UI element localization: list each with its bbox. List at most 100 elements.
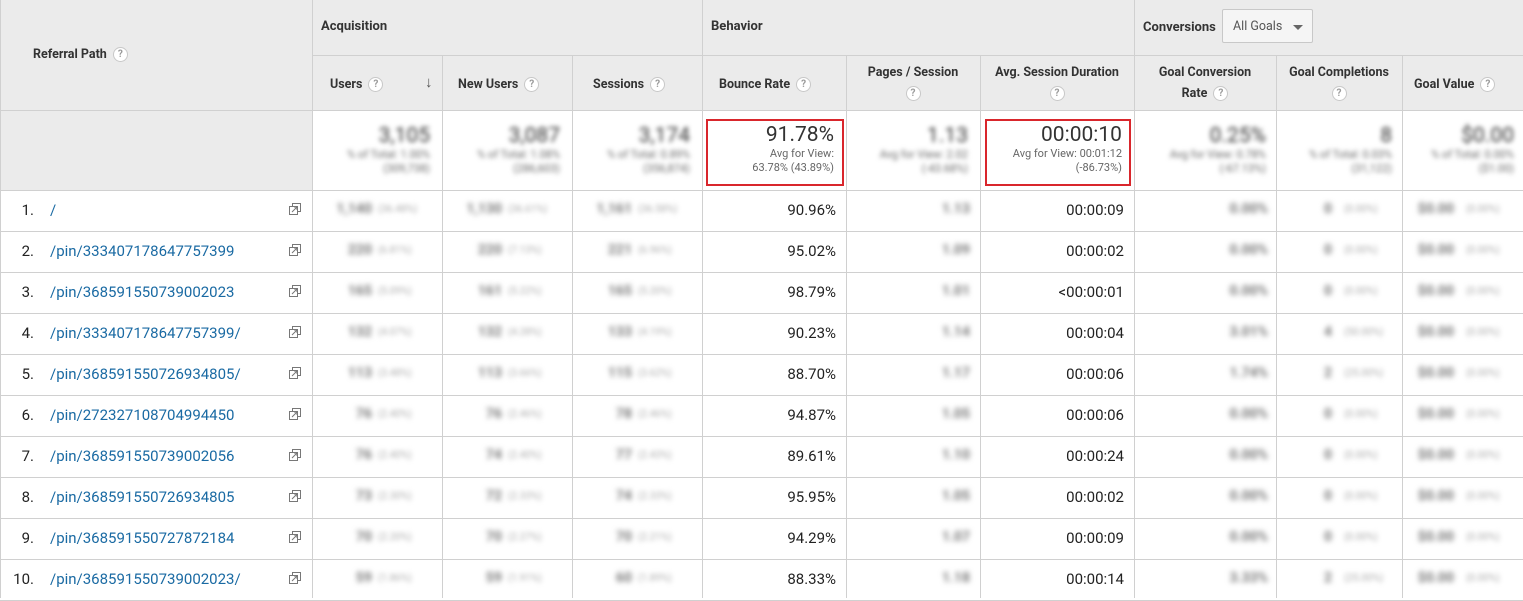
goal-conversion-rate-value: 3.01% <box>1229 324 1268 340</box>
goal-completions-value: 2 <box>1323 365 1332 381</box>
acquisition-group-title: Acquisition <box>321 19 388 34</box>
users-percent: (2.40%) <box>378 409 412 420</box>
analytics-report-table: Referral Path? Acquisition Behavior Conv… <box>0 0 1523 601</box>
summary-sessions: 3,174 % of Total: 0.89% (356,874) <box>580 124 690 176</box>
help-icon[interactable]: ? <box>905 86 921 102</box>
users-value: 70 <box>355 529 372 545</box>
help-icon[interactable]: ? <box>1480 77 1496 93</box>
sessions-value: 165 <box>607 283 632 299</box>
help-icon[interactable]: ? <box>1049 86 1065 102</box>
open-link-icon[interactable] <box>289 531 301 543</box>
goal-completions-percent: (0.00%) <box>1344 245 1378 256</box>
summary-bounce-rate-value: 91.78% <box>765 123 834 147</box>
new-users-value: 161 <box>477 283 502 299</box>
help-icon[interactable]: ? <box>1331 86 1347 102</box>
referral-path-link[interactable]: / <box>50 201 56 219</box>
column-header-goal-conversion-rate[interactable]: Goal Conversion Rate? <box>1135 62 1275 104</box>
referral-path-link[interactable]: /pin/368591550739002056 <box>50 447 234 465</box>
new-users-value: 1,130 <box>466 201 502 217</box>
goal-value-percent: (0.00%) <box>1466 532 1500 543</box>
pages-session-value: 1.07 <box>941 529 970 545</box>
help-icon[interactable]: ? <box>112 47 128 63</box>
avg-session-duration-value: 00:00:02 <box>1066 488 1124 506</box>
help-icon[interactable]: ? <box>796 77 812 93</box>
referral-path-link[interactable]: /pin/333407178647757399/ <box>50 324 241 342</box>
goal-completions-percent: (0.00%) <box>1344 286 1378 297</box>
goal-select-dropdown[interactable]: All Goals <box>1222 9 1313 43</box>
column-header-goal-value-label: Goal Value <box>1414 77 1475 92</box>
summary-users-sub2: (309,738) <box>383 162 430 175</box>
open-link-icon[interactable] <box>289 285 301 297</box>
referral-path-link[interactable]: /pin/333407178647757399 <box>50 242 234 260</box>
open-link-icon[interactable] <box>289 449 301 461</box>
open-link-icon[interactable] <box>289 408 301 420</box>
referral-path-link[interactable]: /pin/368591550739002023/ <box>50 570 241 588</box>
referral-path-link[interactable]: /pin/272327108704994450 <box>50 406 234 424</box>
users-value: 73 <box>355 488 372 504</box>
users-value: 165 <box>347 283 372 299</box>
goal-value-value: $0.00 <box>1417 324 1454 340</box>
help-icon[interactable]: ? <box>650 77 666 93</box>
summary-users: 3,105 % of Total: 1.00% (309,738) <box>320 124 430 176</box>
summary-avg-session-duration-value: 00:00:10 <box>1041 123 1122 147</box>
open-link-icon[interactable] <box>289 572 301 584</box>
summary-users-value: 3,105 <box>378 124 430 148</box>
open-link-icon[interactable] <box>289 490 301 502</box>
goal-completions-value: 2 <box>1323 570 1332 586</box>
goal-completions-percent: (50.00%) <box>1344 327 1384 338</box>
goal-value-value: $0.00 <box>1417 283 1454 299</box>
avg-session-duration-value: 00:00:06 <box>1066 365 1124 383</box>
open-link-icon[interactable] <box>289 244 301 256</box>
referral-path-link[interactable]: /pin/368591550727872184 <box>50 529 234 547</box>
column-header-pages-session[interactable]: Pages / Session ? <box>847 62 979 104</box>
column-header-goal-value[interactable]: Goal Value? <box>1414 74 1496 95</box>
new-users-value: 220 <box>477 242 502 258</box>
summary-goal-value-value: $0.00 <box>1461 124 1514 148</box>
column-header-goal-completions[interactable]: Goal Completions ? <box>1277 62 1401 104</box>
goal-completions-value: 0 <box>1323 406 1332 422</box>
goal-completions-percent: (0.00%) <box>1344 450 1378 461</box>
column-header-goal-conversion-rate-label-2: Rate <box>1181 86 1208 101</box>
sort-descending-icon[interactable]: ↓ <box>425 73 433 91</box>
goal-value-value: $0.00 <box>1417 488 1454 504</box>
summary-goal-completions-sub1: % of Total: 0.03% <box>1309 148 1392 161</box>
column-header-bounce-rate[interactable]: Bounce Rate? <box>719 74 812 95</box>
open-link-icon[interactable] <box>289 203 301 215</box>
referral-path-link[interactable]: /pin/368591550739002023 <box>50 283 234 301</box>
new-users-percent: (1.91%) <box>508 573 542 584</box>
goal-completions-value: 0 <box>1323 488 1332 504</box>
avg-session-duration-value: 00:00:06 <box>1066 406 1124 424</box>
goal-conversion-rate-value: 1.74% <box>1229 365 1268 381</box>
help-icon[interactable]: ? <box>368 77 384 93</box>
column-header-new-users[interactable]: New Users? <box>458 74 540 95</box>
pages-session-value: 1.10 <box>941 447 970 463</box>
users-value: 1,140 <box>336 201 372 217</box>
avg-session-duration-value: 00:00:24 <box>1066 447 1124 465</box>
column-header-goal-completions-label: Goal Completions <box>1289 65 1389 80</box>
goal-value-percent: (0.00%) <box>1466 573 1500 584</box>
summary-pages-session: 1.13 Avg for View: 2.02 (-43.68%) <box>856 124 968 176</box>
open-link-icon[interactable] <box>289 367 301 379</box>
bounce-rate-value: 89.61% <box>787 447 836 465</box>
column-header-users[interactable]: Users? <box>330 74 384 95</box>
pages-session-value: 1.14 <box>941 324 970 340</box>
goal-value-value: $0.00 <box>1417 529 1454 545</box>
column-header-avg-session-duration[interactable]: Avg. Session Duration ? <box>981 62 1133 104</box>
referral-path-link[interactable]: /pin/368591550726934805 <box>50 488 234 506</box>
users-value: 59 <box>355 570 372 586</box>
help-icon[interactable]: ? <box>524 77 540 93</box>
column-header-sessions[interactable]: Sessions? <box>593 74 666 95</box>
bounce-rate-value: 94.29% <box>787 529 836 547</box>
referral-path-link[interactable]: /pin/368591550726934805/ <box>50 365 241 383</box>
users-value: 132 <box>347 324 372 340</box>
summary-goal-value: $0.00 % of Total: 0.00% ($1.00) <box>1406 124 1514 176</box>
referral-path-header[interactable]: Referral Path? <box>33 47 128 63</box>
help-icon[interactable]: ? <box>1213 86 1229 102</box>
sessions-value: 1,161 <box>596 201 632 217</box>
chevron-down-icon <box>1293 25 1303 30</box>
summary-avg-session-duration-sub1: Avg for View: 00:01:12 <box>1012 147 1122 160</box>
users-percent: (3.48%) <box>378 368 412 379</box>
summary-goal-conversion-rate-sub2: (-67.13%) <box>1219 162 1266 175</box>
open-link-icon[interactable] <box>289 326 301 338</box>
new-users-value: 59 <box>485 570 502 586</box>
